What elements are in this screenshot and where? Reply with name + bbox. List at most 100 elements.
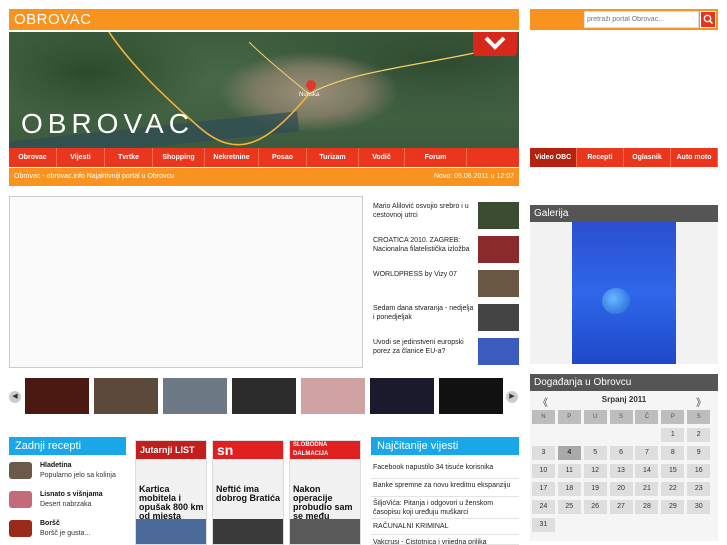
calendar-day[interactable]: 10 (531, 464, 555, 478)
calendar-day[interactable]: 31 (531, 518, 555, 532)
most-read-item[interactable]: Banke spremne za novu kreditnu ekspanzij… (371, 481, 519, 497)
side-news-thumbnail[interactable] (478, 270, 519, 297)
side-news-thumbnail[interactable] (478, 338, 519, 365)
calendar-day[interactable]: 5 (583, 446, 607, 460)
calendar-today[interactable]: 4 (557, 446, 581, 460)
recipe-thumbnail[interactable] (9, 491, 32, 508)
gallery-image-detail (602, 288, 630, 314)
recipe-name[interactable]: Hladetina (40, 462, 72, 469)
calendar-day[interactable]: 16 (687, 464, 711, 478)
calendar-day[interactable]: 27 (609, 500, 633, 514)
nav-item-turizam[interactable]: Turizam (307, 148, 359, 167)
recipe-item[interactable]: Hladetina Popularno jelo sa kolinja (9, 460, 126, 486)
nav-item-vodic[interactable]: Vodič (359, 148, 405, 167)
calendar-day[interactable]: 18 (557, 482, 581, 496)
calendar-empty-cell (635, 518, 658, 532)
calendar-day[interactable]: 19 (583, 482, 607, 496)
calendar-day[interactable]: 7 (635, 446, 659, 460)
site-logo[interactable]: OBROVAC (14, 11, 91, 28)
side-news-title[interactable]: Mario Alilović osvojio srebro i u cestov… (373, 202, 475, 220)
side-news-item[interactable]: Uvodi se jedinstveni europski porez za č… (373, 334, 519, 368)
recipe-desc: Popularno jelo sa kolinja (40, 472, 116, 479)
side-news-item[interactable]: CROATICA 2010. ZAGREB: Nacionalna filate… (373, 232, 519, 266)
nav-item-obrovac[interactable]: Obrovac (9, 148, 57, 167)
calendar-day[interactable]: 14 (635, 464, 659, 478)
map-banner[interactable]: Nunska OBROVAC (9, 32, 519, 148)
strip-thumbnail[interactable] (163, 378, 227, 414)
nav-item-nekretnine[interactable]: Nekretnine (205, 148, 259, 167)
calendar-day[interactable]: 9 (687, 446, 711, 460)
nav-item-tvrtke[interactable]: Tvrtke (105, 148, 153, 167)
strip-thumbnail[interactable] (94, 378, 158, 414)
side-news-item[interactable]: WORLDPRESS by Vizy 07 (373, 266, 519, 300)
recipe-thumbnail[interactable] (9, 520, 32, 537)
calendar-weekday: S (609, 410, 633, 424)
side-news-thumbnail[interactable] (478, 304, 519, 331)
side-news-thumbnail[interactable] (478, 236, 519, 263)
side-news-title[interactable]: CROATICA 2010. ZAGREB: Nacionalna filate… (373, 236, 475, 254)
side-news-title[interactable]: WORLDPRESS by Vizy 07 (373, 270, 475, 279)
calendar-day[interactable]: 2 (687, 428, 711, 442)
most-read-item[interactable]: ŠiljoVića: Pitanja i odgovori u ženskom … (371, 499, 519, 519)
most-read-item[interactable]: Facebook napustilo 34 tisuće korisnika (371, 463, 519, 479)
strip-thumbnail[interactable] (232, 378, 296, 414)
calendar-day[interactable]: 26 (583, 500, 607, 514)
strip-next-button[interactable]: ▶ (506, 391, 518, 403)
strip-thumbnail[interactable] (370, 378, 434, 414)
side-news-title[interactable]: Uvodi se jedinstveni europski porez za č… (373, 338, 475, 356)
calendar-day[interactable]: 11 (557, 464, 581, 478)
side-news-item[interactable]: Sedam dana stvaranja - nedjelja i ponedj… (373, 300, 519, 334)
search-button[interactable] (700, 11, 716, 28)
nav-item-shopping[interactable]: Shopping (153, 148, 205, 167)
calendar-day[interactable]: 22 (661, 482, 685, 496)
side-news-title[interactable]: Sedam dana stvaranja - nedjelja i ponedj… (373, 304, 475, 322)
calendar-day[interactable]: 6 (609, 446, 633, 460)
calendar-day[interactable]: 25 (557, 500, 581, 514)
strip-thumbnail[interactable] (439, 378, 503, 414)
nav-item-vijesti[interactable]: Vijesti (57, 148, 105, 167)
featured-slider[interactable] (9, 196, 363, 368)
calendar-day[interactable]: 12 (583, 464, 607, 478)
calendar-day[interactable]: 13 (609, 464, 633, 478)
recipe-name[interactable]: Lisnato s višnjama (40, 491, 103, 498)
newspaper-cover[interactable]: SLOBODNA DALMACIJA Nakon operacije probu… (289, 440, 361, 545)
nav-item-video-obc[interactable]: Video OBC (530, 148, 577, 167)
strip-thumbnail[interactable] (301, 378, 365, 414)
most-read-item[interactable]: Vakcrusi - Čistotnica i vrijedna prilika (371, 538, 519, 545)
nav-item-oglasnik[interactable]: Oglasnik (624, 148, 671, 167)
calendar-weekday: P (557, 410, 581, 424)
nav-item-auto-moto[interactable]: Auto moto (671, 148, 718, 167)
side-news-item[interactable]: Mario Alilović osvojio srebro i u cestov… (373, 198, 519, 232)
calendar-row: 17 18 19 20 21 22 23 (530, 481, 718, 497)
strip-prev-button[interactable]: ◀ (9, 391, 21, 403)
recipe-name[interactable]: Boršč (40, 520, 60, 527)
nav-item-posao[interactable]: Posao (259, 148, 307, 167)
calendar-day[interactable]: 29 (661, 500, 685, 514)
ticker-text[interactable]: Obrovac - obrovac.info Najaktivniji port… (14, 173, 174, 180)
newspaper-cover[interactable]: sn Neftić ima dobrog Bratića (212, 440, 284, 545)
calendar-day[interactable]: 21 (635, 482, 659, 496)
calendar-day[interactable]: 15 (661, 464, 685, 478)
side-news-thumbnail[interactable] (478, 202, 519, 229)
gallery-image[interactable] (572, 222, 676, 364)
calendar-day[interactable]: 1 (661, 428, 685, 442)
search-input[interactable] (584, 11, 699, 28)
recipe-item[interactable]: Boršč Boršč je gusta... (9, 518, 126, 544)
recipe-item[interactable]: Lisnato s višnjama Desert nabrzaka (9, 489, 126, 515)
calendar-day[interactable]: 8 (661, 446, 685, 460)
calendar-next-button[interactable]: 》 (696, 394, 706, 409)
calendar-day[interactable]: 30 (687, 500, 711, 514)
calendar-day[interactable]: 17 (531, 482, 555, 496)
nav-item-forum[interactable]: Forum (405, 148, 467, 167)
calendar-day[interactable]: 20 (609, 482, 633, 496)
recipe-thumbnail[interactable] (9, 462, 32, 479)
calendar-day[interactable]: 28 (635, 500, 659, 514)
nav-item-recepti[interactable]: Recepti (577, 148, 624, 167)
calendar-day[interactable]: 23 (687, 482, 711, 496)
map-collapse-button[interactable] (473, 32, 517, 56)
strip-thumbnail[interactable] (25, 378, 89, 414)
newspaper-cover[interactable]: Jutarnji LIST Kartica mobitela i opušak … (135, 440, 207, 545)
calendar-day[interactable]: 3 (531, 446, 555, 460)
most-read-item[interactable]: RAČUNALNI KRIMINAL (371, 522, 519, 535)
calendar-day[interactable]: 24 (531, 500, 555, 514)
